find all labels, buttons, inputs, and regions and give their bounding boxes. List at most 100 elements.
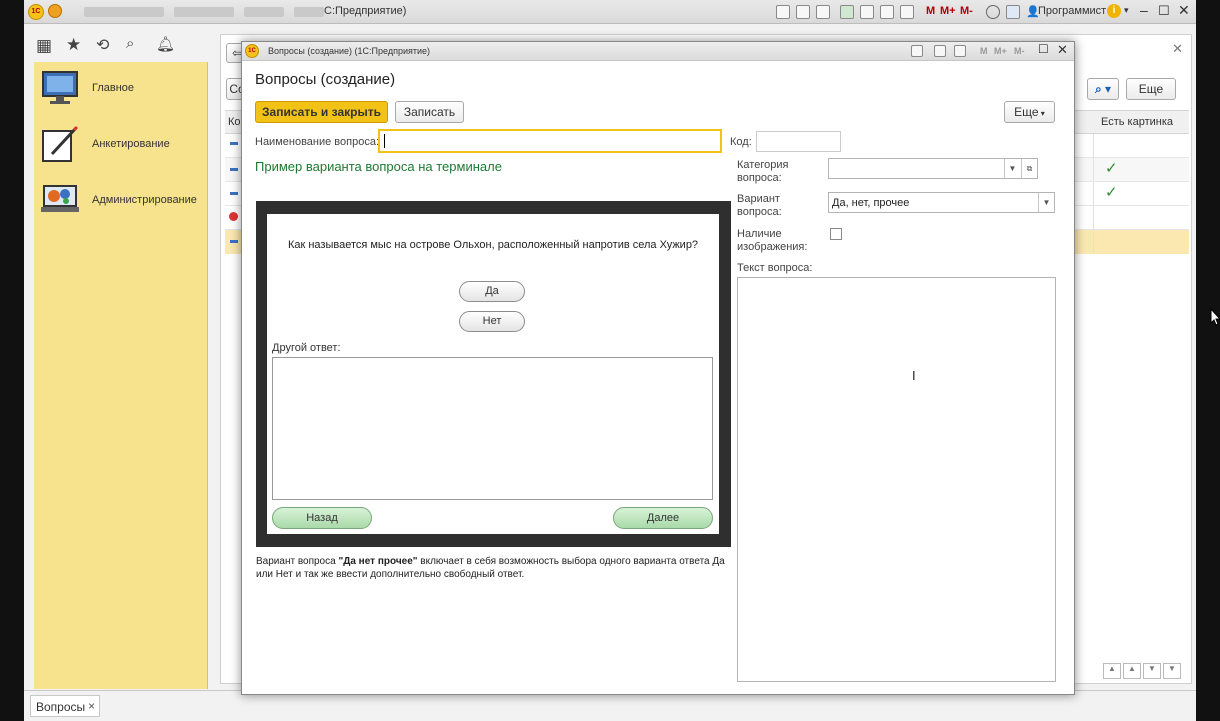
other-answer-label: Другой ответ:: [272, 342, 341, 354]
section-toolbar: ▦ ★ ⟲ ⌕ 🔔︎: [34, 28, 208, 62]
category-label: Категория вопроса:: [737, 159, 789, 184]
scroll-bottom-icon[interactable]: ▼: [1163, 663, 1181, 679]
monitor-icon: [42, 71, 78, 104]
calculator-icon[interactable]: [880, 5, 894, 19]
info-icon[interactable]: i: [1107, 4, 1121, 18]
terminal-screen: Как называется мыс на острове Ольхон, ра…: [267, 214, 719, 534]
minimize-icon[interactable]: –: [1140, 2, 1148, 18]
row-marker-icon: [230, 240, 238, 243]
memory-m-button[interactable]: M: [926, 5, 935, 17]
code-label: Код:: [730, 136, 752, 148]
sections-panel: Главное Анкетирование Администрирование: [34, 62, 208, 689]
chevron-down-icon[interactable]: ▼: [1038, 193, 1054, 212]
sidebar-item-survey[interactable]: Анкетирование: [40, 124, 205, 170]
bell-icon[interactable]: 🔔︎: [156, 35, 175, 53]
modal-body: Вопросы (создание) Записать и закрыть За…: [242, 61, 1074, 694]
scroll-up-icon[interactable]: ▲: [1123, 663, 1141, 679]
pencil-clipboard-icon: [42, 125, 79, 162]
menu-icon[interactable]: [48, 4, 62, 18]
print-icon[interactable]: [911, 45, 923, 57]
scroll-top-icon[interactable]: ▲: [1103, 663, 1121, 679]
search-icon[interactable]: ⌕: [126, 35, 134, 52]
variant-select[interactable]: Да, нет, прочее ▼: [828, 192, 1055, 213]
history-icon[interactable]: ⟲: [96, 35, 109, 55]
column-header-has-picture[interactable]: Есть картинка: [1101, 116, 1173, 128]
column-header-code[interactable]: Ко: [228, 116, 241, 128]
panels-icon[interactable]: [1006, 5, 1020, 19]
checkmark-icon: ✓: [1105, 184, 1118, 201]
name-input[interactable]: [378, 129, 722, 153]
app-logo-icon: 1С: [245, 44, 259, 58]
sidebar-item-main[interactable]: Главное: [40, 68, 205, 114]
sidebar-item-admin[interactable]: Администрирование: [40, 180, 205, 226]
scroll-down-icon[interactable]: ▼: [1143, 663, 1161, 679]
calculator-icon[interactable]: [934, 45, 946, 57]
preview-icon[interactable]: [816, 5, 830, 19]
close-icon[interactable]: ✕: [1057, 42, 1068, 58]
user-name[interactable]: Программист: [1038, 5, 1106, 17]
checkmark-icon: ✓: [1105, 160, 1118, 177]
chevron-down-icon[interactable]: ▼: [1004, 159, 1020, 178]
app-logo-icon: 1С: [28, 4, 44, 20]
variant-description: Вариант вопроса "Да нет прочее" включает…: [256, 555, 734, 581]
question-text-area[interactable]: I: [737, 277, 1056, 682]
calendar-icon[interactable]: [900, 5, 914, 19]
more-button[interactable]: Еще: [1126, 78, 1176, 100]
preview-heading: Пример варианта вопроса на терминале: [255, 159, 502, 174]
maximize-icon[interactable]: ☐: [1038, 42, 1049, 56]
yes-button[interactable]: Да: [459, 281, 525, 302]
category-select[interactable]: ▼ ⧉: [828, 158, 1038, 179]
sidebar-item-label: Анкетирование: [92, 138, 170, 150]
more-button[interactable]: Еще ▾: [1004, 101, 1055, 123]
close-icon[interactable]: ✕: [1178, 2, 1190, 19]
name-label: Наименование вопроса:: [255, 136, 380, 148]
blurred-title: [174, 7, 234, 17]
text-cursor-icon: I: [912, 368, 916, 383]
modal-title-bar: 1С Вопросы (создание) (1С:Предприятие) M…: [242, 42, 1074, 61]
maximize-icon[interactable]: ☐: [1158, 3, 1170, 19]
row-marker-icon: [230, 142, 238, 145]
memory-m-button[interactable]: M: [980, 46, 988, 56]
page-title: Вопросы (создание): [255, 71, 396, 88]
variant-value: Да, нет, прочее: [832, 197, 910, 209]
memory-mplus-button[interactable]: M+: [940, 5, 956, 17]
save-button[interactable]: Записать: [395, 101, 464, 123]
apps-grid-icon[interactable]: ▦: [36, 36, 52, 56]
image-label: Наличие изображения:: [737, 228, 808, 253]
column-divider: [1093, 134, 1094, 254]
other-answer-input[interactable]: [272, 357, 713, 500]
save-icon[interactable]: [776, 5, 790, 19]
link-icon[interactable]: [860, 5, 874, 19]
close-icon[interactable]: ✕: [1172, 41, 1183, 57]
text-caret: [384, 134, 385, 148]
question-create-window: 1С Вопросы (создание) (1С:Предприятие) M…: [241, 41, 1075, 695]
back-button[interactable]: Назад: [272, 507, 372, 529]
save-and-close-button[interactable]: Записать и закрыть: [255, 101, 388, 123]
image-checkbox[interactable]: [830, 228, 842, 240]
tab-close-icon[interactable]: ×: [88, 699, 95, 713]
next-button[interactable]: Далее: [613, 507, 713, 529]
search-button[interactable]: ⌕ ▾: [1087, 78, 1119, 100]
zoom-icon[interactable]: [986, 5, 1000, 19]
row-marker-icon: [229, 212, 238, 221]
variant-label: Вариант вопроса:: [737, 193, 782, 218]
memory-mminus-button[interactable]: M-: [1014, 46, 1025, 56]
star-icon[interactable]: ★: [66, 35, 81, 55]
print-icon[interactable]: [796, 5, 810, 19]
terminal-preview: Как называется мыс на острове Ольхон, ра…: [256, 201, 731, 547]
chevron-down-icon[interactable]: ▾: [1124, 5, 1129, 16]
open-form-icon[interactable]: ⧉: [1021, 159, 1037, 178]
mouse-cursor-icon: [1210, 308, 1220, 326]
no-button[interactable]: Нет: [459, 311, 525, 332]
tab-label: Вопросы: [36, 700, 86, 714]
attach-icon[interactable]: [840, 5, 854, 19]
memory-mminus-button[interactable]: M-: [960, 5, 973, 17]
tab-questions[interactable]: Вопросы ×: [30, 695, 100, 717]
row-marker-icon: [230, 192, 238, 195]
calendar-icon[interactable]: [954, 45, 966, 57]
memory-mplus-button[interactable]: M+: [994, 46, 1007, 56]
sidebar-item-label: Главное: [92, 82, 135, 94]
code-input[interactable]: [756, 131, 841, 152]
blurred-title: [294, 7, 324, 17]
modal-window-title: Вопросы (создание) (1С:Предприятие): [268, 46, 431, 56]
